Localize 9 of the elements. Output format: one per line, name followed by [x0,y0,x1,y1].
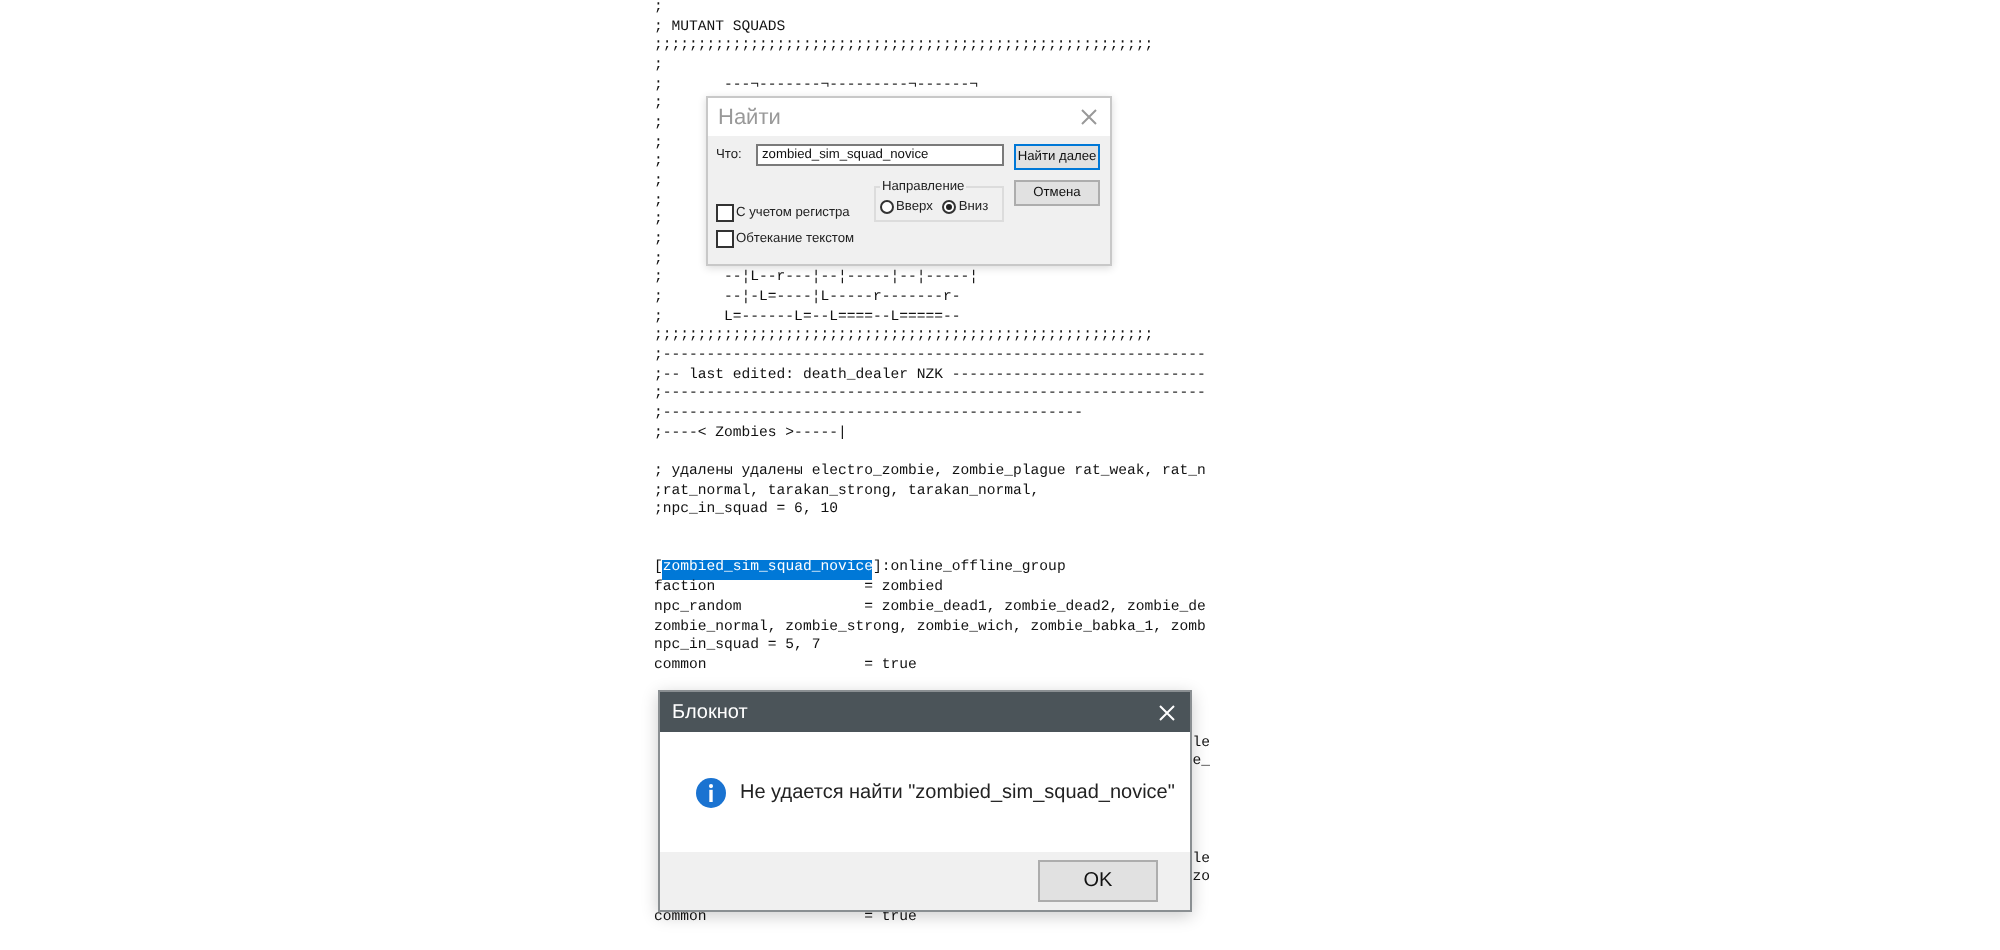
ok-button[interactable]: OK [1038,860,1158,902]
info-icon [696,777,726,807]
radio-button[interactable] [880,200,894,214]
checkbox[interactable] [716,204,734,222]
dialog-title: Найти [718,105,781,129]
radio-button[interactable] [942,200,957,214]
dialog-title: Блокнот [672,701,748,723]
checkbox[interactable] [716,230,734,248]
message-text: Не удается найти "zombied_sim_squad_novice" [740,781,1175,803]
